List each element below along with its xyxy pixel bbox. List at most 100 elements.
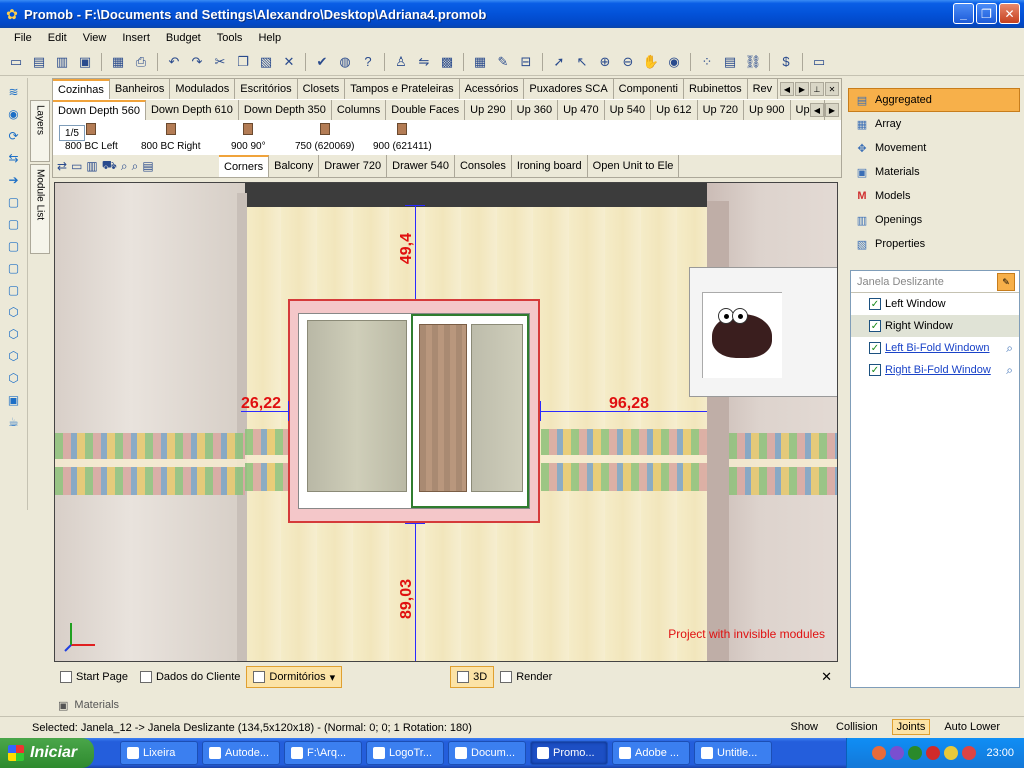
tray-app-icon[interactable] <box>872 746 887 760</box>
scroll-left-icon[interactable]: ◀ <box>810 103 824 117</box>
pointer-icon[interactable]: ➚ <box>549 52 569 72</box>
scroll-right-icon[interactable]: ▶ <box>795 82 809 96</box>
minimize-button[interactable]: _ <box>953 3 974 24</box>
redo-icon[interactable]: ↷ <box>187 52 207 72</box>
auto-lower-toggle[interactable]: Auto Lower <box>940 720 1004 734</box>
tab-ironing-board[interactable]: Ironing board <box>511 155 588 177</box>
task-documento[interactable]: Docum... <box>448 741 526 765</box>
cube-left-icon[interactable]: ▢ <box>4 236 24 256</box>
arrow-right-icon[interactable]: ➔ <box>4 170 24 190</box>
cube-front-icon[interactable]: ▢ <box>4 192 24 212</box>
snap-icon[interactable]: ⁘ <box>697 52 717 72</box>
show-toggle[interactable]: Show <box>786 720 822 734</box>
cube-iso4-icon[interactable]: ⬡ <box>4 368 24 388</box>
properties-icon[interactable]: ▤ <box>142 159 153 173</box>
box-icon[interactable]: ▣ <box>4 390 24 410</box>
tab-consoles[interactable]: Consoles <box>454 155 512 177</box>
tab-drawer-720[interactable]: Drawer 720 <box>319 155 388 177</box>
link-icon[interactable]: ⛓ <box>743 52 763 72</box>
start-button[interactable]: Iniciar <box>0 738 94 768</box>
help-icon[interactable]: ? <box>358 52 378 72</box>
tab-down-depth-610[interactable]: Down Depth 610 <box>145 100 239 120</box>
janela-deslizante-module[interactable] <box>288 299 540 523</box>
budget-icon[interactable]: $ <box>776 52 796 72</box>
tab-rubinettos[interactable]: Rubinettos <box>683 79 748 99</box>
new-file-icon[interactable]: ▭ <box>6 52 26 72</box>
cube-iso2-icon[interactable]: ⬡ <box>4 324 24 344</box>
tab-down-depth-560[interactable]: Down Depth 560 <box>53 100 146 120</box>
maximize-button[interactable]: ❐ <box>976 3 997 24</box>
checkbox-checked-icon[interactable]: ✓ <box>869 298 881 310</box>
menu-edit[interactable]: Edit <box>40 32 75 44</box>
box-select-icon[interactable]: ▭ <box>71 159 82 173</box>
task-logotr[interactable]: LogoTr... <box>366 741 444 765</box>
tab-acessorios[interactable]: Acessórios <box>459 79 525 99</box>
tab-double-faces[interactable]: Double Faces <box>386 100 466 120</box>
print-preview-icon[interactable]: ▦ <box>108 52 128 72</box>
open-folder-icon[interactable]: ▤ <box>29 52 49 72</box>
tab-rev[interactable]: Rev <box>747 79 779 99</box>
tab-escritorios[interactable]: Escritórios <box>235 79 298 99</box>
checkbox-checked-icon[interactable]: ✓ <box>869 342 881 354</box>
task-folder[interactable]: F:\Arq... <box>284 741 362 765</box>
tab-puxadores[interactable]: Puxadores SCA <box>524 79 614 99</box>
layout-icon[interactable]: ▩ <box>437 52 457 72</box>
dropdown-arrow-icon[interactable]: ▾ <box>330 671 336 684</box>
cup-icon[interactable]: ☕ <box>4 412 24 432</box>
cube-iso3-icon[interactable]: ⬡ <box>4 346 24 366</box>
cube-back-icon[interactable]: ▢ <box>4 280 24 300</box>
report-icon[interactable]: ▭ <box>809 52 829 72</box>
module-item[interactable]: 900 (621411) <box>373 123 432 152</box>
layers-icon[interactable]: ≋ <box>4 82 24 102</box>
cube-right-icon[interactable]: ▢ <box>4 258 24 278</box>
magnifier-icon[interactable]: ⌕ <box>1006 341 1013 356</box>
grid-icon[interactable]: ▦ <box>470 52 490 72</box>
panel-openings[interactable]: ▥ Openings <box>848 208 1020 232</box>
select-icon[interactable]: ↖ <box>572 52 592 72</box>
paint-icon[interactable]: ✎ <box>493 52 513 72</box>
checkbox-checked-icon[interactable]: ✓ <box>869 320 881 332</box>
tab-module-list[interactable]: Module List <box>30 164 50 254</box>
zoom-options-icon[interactable]: ⊖ <box>618 52 638 72</box>
search-icon[interactable]: ⌕ <box>121 159 128 174</box>
print-icon[interactable]: ⎙ <box>131 52 151 72</box>
tab-componenti[interactable]: Componenti <box>613 79 684 99</box>
align-icon[interactable]: ⇋ <box>414 52 434 72</box>
insert-icon[interactable]: ⇄ <box>57 159 67 173</box>
close-panel-icon[interactable]: ✕ <box>825 82 839 96</box>
cart-icon[interactable]: ⛟ <box>102 158 117 174</box>
pin-icon[interactable]: ⊥ <box>810 82 824 96</box>
tab-tampos[interactable]: Tampos e Prateleiras <box>345 79 460 99</box>
tab-open-unit[interactable]: Open Unit to Ele <box>587 155 680 177</box>
check-icon[interactable]: ✔ <box>312 52 332 72</box>
tab-closets[interactable]: Closets <box>297 79 346 99</box>
tab-dados-do-cliente[interactable]: Dados do Cliente <box>134 666 246 688</box>
search-next-icon[interactable]: ⌕ <box>132 159 139 174</box>
tab-banheiros[interactable]: Banheiros <box>109 79 171 99</box>
tray-app-icon[interactable] <box>890 746 905 760</box>
tab-up-470[interactable]: Up 470 <box>558 100 605 120</box>
copy-icon[interactable]: ❐ <box>233 52 253 72</box>
cube-iso-icon[interactable]: ⬡ <box>4 302 24 322</box>
wall-shelf[interactable] <box>689 267 837 397</box>
panel-materials[interactable]: ▣ Materials <box>848 160 1020 184</box>
tray-app-icon[interactable] <box>926 746 941 760</box>
option-right-bifold[interactable]: ✓ Right Bi-Fold Window ⌕ <box>851 359 1019 381</box>
menu-file[interactable]: File <box>6 32 40 44</box>
edit-icon[interactable]: ✎ <box>997 273 1015 291</box>
camera-icon[interactable]: ◉ <box>664 52 684 72</box>
magnifier-icon[interactable]: ⌕ <box>1006 363 1013 378</box>
left-window-pane[interactable] <box>307 320 407 492</box>
option-left-bifold[interactable]: ✓ Left Bi-Fold Windown ⌕ <box>851 337 1019 359</box>
tab-modulados[interactable]: Modulados <box>170 79 236 99</box>
option-right-window[interactable]: ✓ Right Window <box>851 315 1019 337</box>
menu-help[interactable]: Help <box>250 32 289 44</box>
table-icon[interactable]: ▤ <box>720 52 740 72</box>
module-item[interactable]: 800 BC Left <box>65 123 118 152</box>
delete-icon[interactable]: ✕ <box>279 52 299 72</box>
panel-array[interactable]: ▦ Array <box>848 112 1020 136</box>
task-promob[interactable]: Promo... <box>530 741 608 765</box>
joints-toggle[interactable]: Joints <box>891 719 931 735</box>
open-icon[interactable]: ▥ <box>52 52 72 72</box>
move-icon[interactable]: ⇆ <box>4 148 24 168</box>
